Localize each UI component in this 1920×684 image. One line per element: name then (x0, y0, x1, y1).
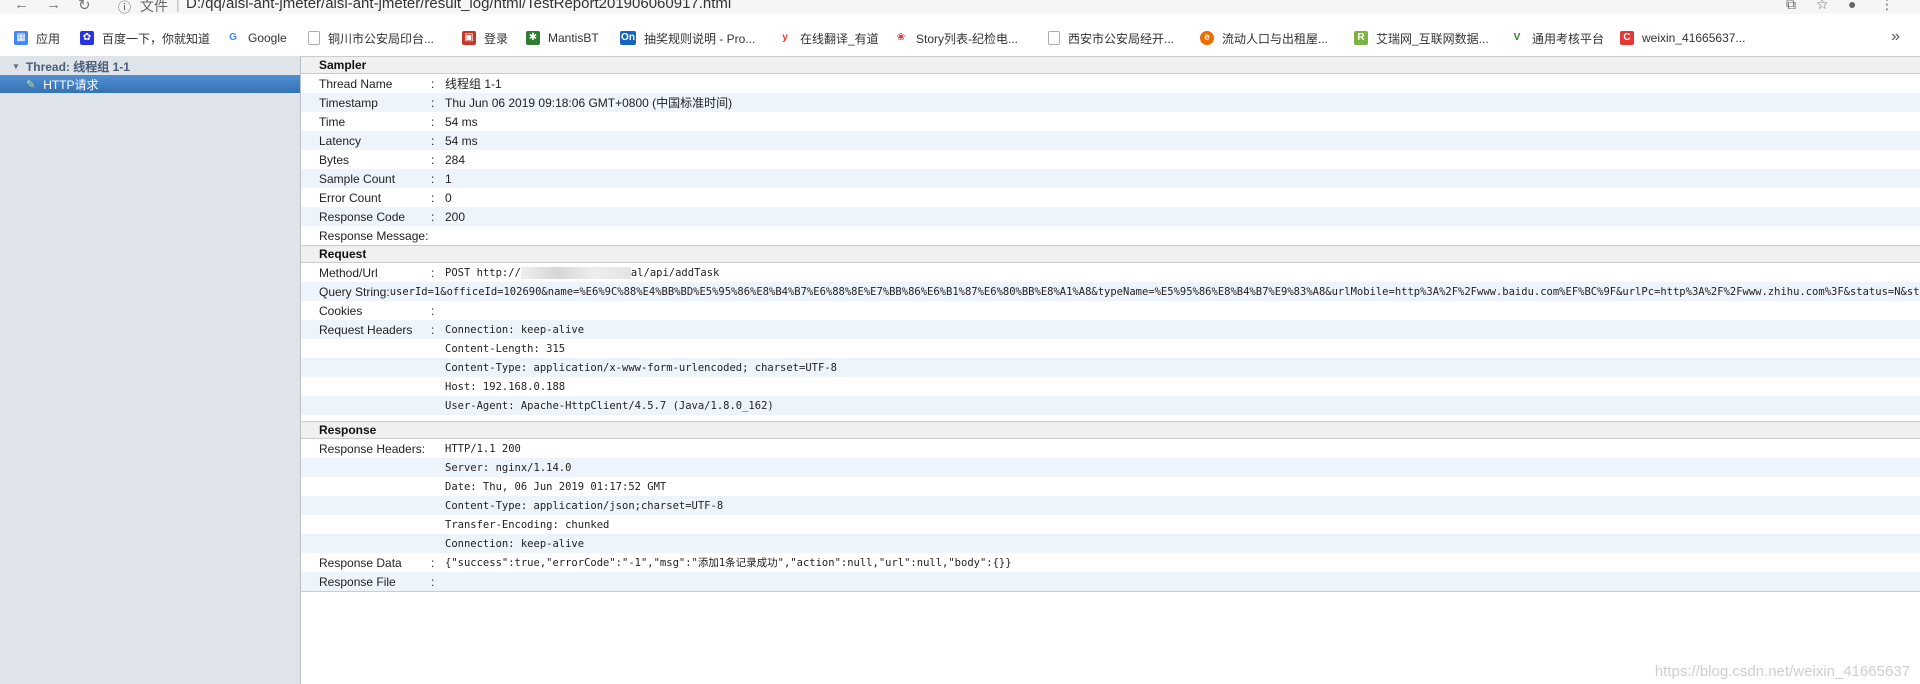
bookmark-baidu[interactable]: ✿ 百度一下，你就知道 (80, 28, 210, 48)
watermark: https://blog.csdn.net/weixin_41665637 (1654, 663, 1910, 680)
results-tree: ▼ Thread: 线程组 1-1 ✎ HTTP请求 (0, 56, 301, 684)
bookmark-google[interactable]: G Google (226, 28, 287, 48)
response-header-row: Response Headers: HTTP/1.1 200 (319, 441, 521, 456)
menu-kebab-icon[interactable]: ⋮ (1880, 0, 1894, 13)
response-header-row: Content-Type: application/json;charset=U… (301, 496, 1920, 515)
bookmark-story-list[interactable]: ❀ Story列表-纪检电... (894, 28, 1018, 48)
huawei-icon: ❀ (894, 31, 908, 45)
request-header-row: Request Headers: Connection: keep-alive (301, 320, 1920, 339)
apps-grid-icon: ▦ (14, 31, 28, 45)
csdn-c-icon: C (1620, 31, 1634, 45)
bookmark-assessment-platform[interactable]: V 通用考核平台 (1510, 28, 1604, 48)
bookmark-xian-police[interactable]: 西安市公安局经开... (1048, 28, 1174, 48)
login-square-icon: ▣ (462, 31, 476, 45)
sampler-row: Response Code:200 (301, 207, 1920, 226)
sampler-row: Time:54 ms (319, 114, 478, 129)
baidu-paw-icon: ✿ (80, 31, 94, 45)
v-logo-icon: V (1510, 31, 1524, 45)
response-header-row: Server: nginx/1.14.0 (301, 458, 1920, 477)
response-header-row: Connection: keep-alive (301, 534, 1920, 553)
method-url-row: Method/Url: POST http://al/api/addTask (319, 265, 720, 280)
bookmark-login[interactable]: ▣ 登录 (462, 28, 508, 48)
request-header-row: Content-Type: application/x-www-form-url… (301, 358, 1920, 377)
reload-icon[interactable]: ↻ (78, 0, 91, 14)
sampler-leaf-icon: ✎ (26, 78, 36, 91)
page-icon (308, 31, 320, 45)
sample-details: Sampler Thread Name: 线程组 1-1 Timestamp: Th… (301, 56, 1920, 684)
bookmark-apps[interactable]: ▦ 应用 (14, 28, 60, 48)
google-g-icon: G (226, 31, 240, 45)
response-data-row: Response Data: {"success":true,"errorCode… (319, 555, 1012, 570)
tree-thread-node[interactable]: ▼ Thread: 线程组 1-1 (12, 58, 130, 75)
request-header-row: User-Agent: Apache-HttpClient/4.5.7 (Jav… (301, 396, 1920, 415)
star-bookmark-icon[interactable]: ☆ (1816, 0, 1829, 13)
info-icon[interactable]: ⓘ (118, 0, 131, 14)
sampler-row: Bytes:284 (319, 152, 466, 167)
forward-arrow-icon[interactable]: → (46, 0, 61, 13)
response-header-row: Date: Thu, 06 Jun 2019 01:17:52 GMT (445, 480, 667, 493)
bookmarks-overflow-icon[interactable]: » (1891, 28, 1900, 46)
sampler-row: Sample Count:1 (301, 169, 1920, 188)
translate-icon[interactable]: ⧉ (1786, 0, 1796, 13)
cookies-row: Cookies: (319, 303, 435, 318)
address-bar: ← → ↻ ⓘ 文件 | D:/qq/aisi-ant-jmeter/aisi-… (0, 0, 1920, 14)
response-file-row: Response File: (301, 572, 1920, 592)
url-separator: | (176, 0, 180, 12)
bookmark-floating-population[interactable]: e 流动人口与出租屋... (1200, 28, 1328, 48)
account-icon[interactable]: ● (1848, 0, 1856, 12)
url-scheme-label: 文件 (140, 0, 168, 14)
query-string-row: Query String: userId=1&officeId=102690&na… (301, 282, 1920, 301)
page-icon (1048, 31, 1060, 45)
sampler-row: Timestamp: Thu Jun 06 2019 09:18:06 GMT+0… (301, 93, 1920, 112)
back-arrow-icon[interactable]: ← (14, 0, 29, 13)
bookmark-mantisbt[interactable]: ✱ MantisBT (526, 28, 599, 48)
bookmarks-bar: ▦ 应用 ✿ 百度一下，你就知道 G Google 铜川市公安局印台... ▣ 登录 ✱… (0, 24, 1920, 52)
bookmark-iresearch[interactable]: R 艾瑞网_互联网数据... (1354, 28, 1489, 48)
sampler-row: Response Message: (319, 228, 429, 243)
tree-http-request-node[interactable]: ✎ HTTP请求 (0, 75, 300, 93)
redacted-host (520, 266, 631, 279)
sampler-row: Thread Name: 线程组 1-1 (319, 76, 502, 92)
expand-triangle-icon[interactable]: ▼ (12, 62, 20, 71)
url-text[interactable]: D:/qq/aisi-ant-jmeter/aisi-ant-jmeter/re… (186, 0, 731, 12)
bookmark-lottery-rules[interactable]: On 抽奖规则说明 - Pro... (620, 28, 755, 48)
bookmark-tongchuan[interactable]: 铜川市公安局印台... (308, 28, 434, 48)
sampler-row: Latency:54 ms (301, 131, 1920, 150)
iresearch-icon: R (1354, 31, 1368, 45)
youdao-y-icon: y (778, 31, 792, 45)
mantis-icon: ✱ (526, 31, 540, 45)
request-header-row: Host: 192.168.0.188 (445, 380, 566, 393)
response-header-row: Transfer-Encoding: chunked (445, 518, 610, 531)
on-badge-icon: On (620, 31, 636, 45)
request-header-row: Content-Length: 315 (445, 342, 566, 355)
sampler-section-header: Sampler (301, 56, 1920, 74)
orange-circle-icon: e (1200, 31, 1214, 45)
sampler-row: Error Count:0 (319, 190, 452, 205)
response-section-header: Response (301, 421, 1920, 439)
bookmark-csdn-weixin[interactable]: Cweixin_41665637... (1620, 28, 1745, 48)
request-section-header: Request (301, 245, 1920, 263)
bookmark-youdao[interactable]: y 在线翻译_有道 (778, 28, 879, 48)
